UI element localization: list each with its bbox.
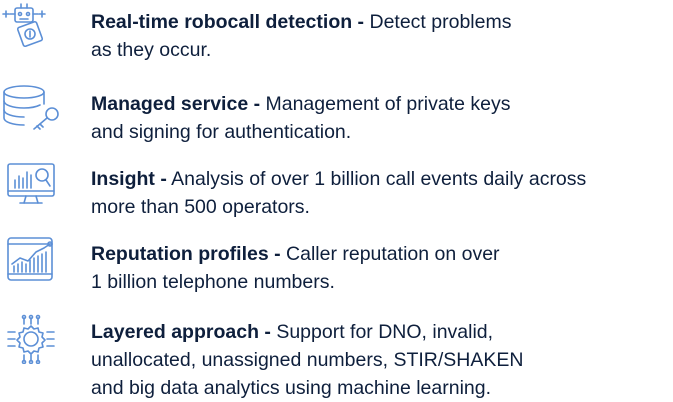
feature-description: unallocated, unassigned numbers, STIR/SH… <box>91 349 524 371</box>
feature-title: Reputation profiles - <box>91 243 281 265</box>
feature-description: Analysis of over 1 billion call events d… <box>171 168 587 190</box>
feature-description: and big data analytics using machine lea… <box>91 377 492 399</box>
robot-dollar-icon <box>0 2 62 52</box>
feature-description: Detect problems <box>369 11 512 33</box>
monitor-analytics-icon <box>0 160 62 210</box>
feature-text: Layered approach - Support for DNO, inva… <box>91 318 673 402</box>
database-key-icon <box>0 84 62 134</box>
feature-description: and signing for authentication. <box>91 121 352 143</box>
feature-description: Management of private keys <box>265 93 511 115</box>
feature-text: Real-time robocall detection - Detect pr… <box>91 8 673 64</box>
feature-description: more than 500 operators. <box>91 196 310 218</box>
feature-description: Caller reputation on over <box>286 243 500 265</box>
feature-text: Managed service - Management of private … <box>91 90 673 146</box>
feature-title: Insight - <box>91 168 167 190</box>
feature-text: Reputation profiles - Caller reputation … <box>91 240 673 296</box>
feature-description: as they occur. <box>91 39 212 61</box>
feature-text: Insight - Analysis of over 1 billion cal… <box>91 165 673 221</box>
feature-title: Real-time robocall detection - <box>91 11 365 33</box>
feature-title: Managed service - <box>91 93 261 115</box>
feature-description: Support for DNO, invalid, <box>276 321 494 343</box>
feature-title: Layered approach - <box>91 321 271 343</box>
feature-description: 1 billion telephone numbers. <box>91 271 335 293</box>
gear-circuit-icon <box>0 314 62 364</box>
tablet-chart-icon <box>0 234 62 284</box>
